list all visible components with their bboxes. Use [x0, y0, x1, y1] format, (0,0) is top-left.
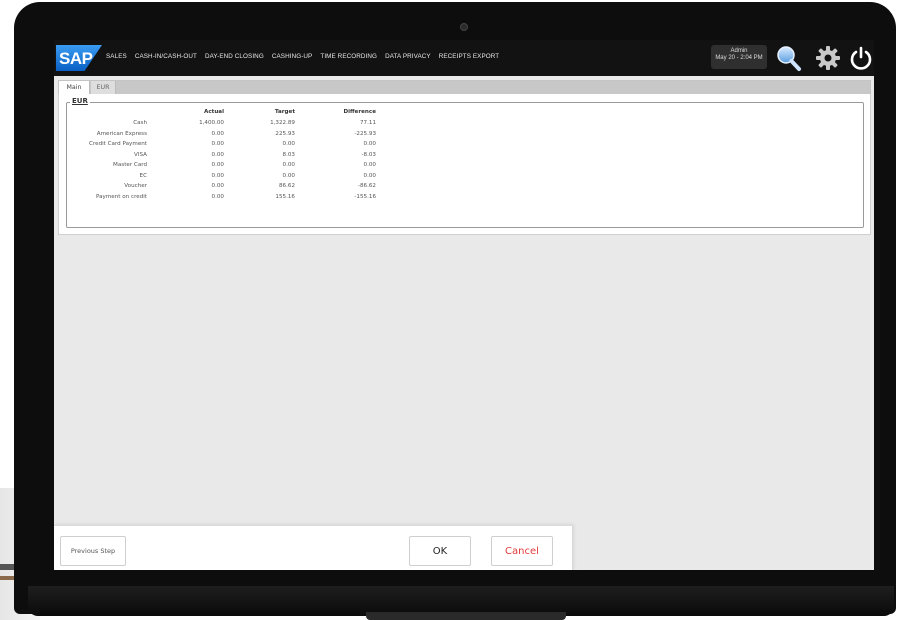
- eur-fieldset: EUR Actual Target Difference Cash 1,400.…: [66, 97, 864, 228]
- user-info[interactable]: Admin May 20 - 2:04 PM: [711, 45, 767, 69]
- row-difference: 0.00: [363, 141, 376, 147]
- row-label: Master Card: [113, 162, 147, 168]
- ok-button[interactable]: OK: [409, 536, 471, 566]
- row-label: American Express: [96, 130, 147, 137]
- user-name: Admin: [730, 48, 748, 54]
- nav-receipts-export[interactable]: RECEIPTS EXPORT: [439, 53, 500, 60]
- tab-main[interactable]: Main: [59, 81, 90, 95]
- pos-screen: SAP SALES CASH-IN/CASH-OUT DAY-END CLOSI…: [54, 40, 874, 570]
- row-target: 0.00: [282, 162, 295, 168]
- nav-data-privacy[interactable]: DATA PRIVACY: [385, 53, 431, 60]
- row-actual: 0.00: [211, 183, 224, 189]
- row-difference: 77.11: [359, 120, 376, 126]
- row-actual: 0.00: [211, 151, 224, 158]
- previous-step-button[interactable]: Previous Step: [60, 536, 126, 566]
- row-difference: 0.00: [363, 162, 376, 168]
- row-actual: 0.00: [211, 141, 224, 147]
- laptop-hinge: [366, 612, 566, 620]
- camera-icon: [460, 23, 468, 31]
- sap-logo: SAP: [56, 45, 102, 71]
- row-actual: 0.00: [211, 193, 224, 200]
- row-actual: 1,400.00: [199, 120, 224, 126]
- main-nav: SALES CASH-IN/CASH-OUT DAY-END CLOSING C…: [106, 53, 499, 60]
- header-actual: Actual: [204, 109, 224, 115]
- row-difference: -86.62: [357, 183, 376, 189]
- row-difference: -225.93: [354, 130, 376, 137]
- row-difference: 0.00: [363, 172, 376, 179]
- row-label: EC: [139, 172, 147, 179]
- row-target: 1,322.89: [270, 120, 295, 126]
- nav-day-end-closing[interactable]: DAY-END CLOSING: [205, 53, 264, 60]
- tab-eur[interactable]: EUR: [91, 81, 116, 95]
- cancel-button[interactable]: Cancel: [491, 536, 553, 566]
- top-navigation-bar: SAP SALES CASH-IN/CASH-OUT DAY-END CLOSI…: [54, 40, 874, 76]
- row-label: Voucher: [124, 183, 147, 189]
- row-target: 0.00: [282, 172, 295, 179]
- row-target: 225.93: [275, 130, 295, 137]
- nav-cash-in-cash-out[interactable]: CASH-IN/CASH-OUT: [135, 53, 197, 60]
- row-target: 155.16: [275, 193, 295, 200]
- row-difference: -8.03: [361, 151, 376, 158]
- header-difference: Difference: [343, 109, 376, 115]
- header-target: Target: [274, 109, 295, 115]
- gear-icon[interactable]: [814, 44, 842, 72]
- row-actual: 0.00: [211, 162, 224, 168]
- row-label: Payment on credit: [95, 193, 147, 200]
- cashing-up-panel: EUR Actual Target Difference Cash 1,400.…: [58, 94, 871, 235]
- row-label: VISA: [134, 151, 147, 158]
- row-target: 8.03: [282, 151, 295, 158]
- row-label: Credit Card Payment: [89, 141, 147, 147]
- row-target: 0.00: [282, 141, 295, 147]
- row-difference: -155.16: [354, 193, 376, 200]
- row-label: Cash: [133, 120, 147, 126]
- user-datetime: May 20 - 2:04 PM: [715, 55, 763, 61]
- logo-text: SAP: [59, 49, 93, 68]
- row-target: 86.62: [278, 183, 295, 189]
- power-icon[interactable]: [847, 44, 874, 72]
- row-actual: 0.00: [211, 130, 224, 137]
- fieldset-legend: EUR: [70, 97, 90, 105]
- row-actual: 0.00: [211, 172, 224, 179]
- action-bar: Previous Step OK Cancel: [54, 525, 573, 570]
- search-icon[interactable]: [774, 44, 802, 72]
- nav-sales[interactable]: SALES: [106, 53, 127, 60]
- nav-time-recording[interactable]: TIME RECORDING: [320, 53, 377, 60]
- nav-cashing-up[interactable]: CASHING-UP: [272, 53, 313, 60]
